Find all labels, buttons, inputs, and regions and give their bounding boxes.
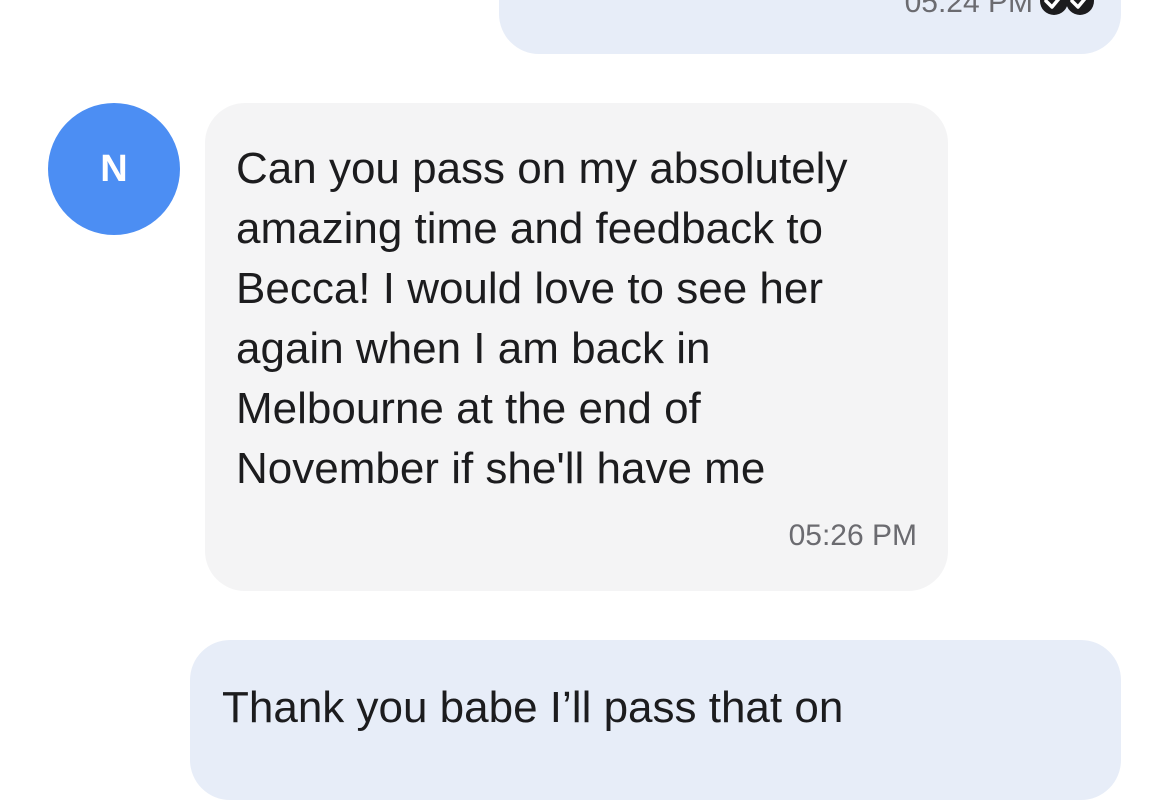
incoming-message-bubble[interactable]: Can you pass on my absolutely amazing ti… (205, 103, 948, 591)
avatar[interactable]: N (48, 103, 180, 235)
double-check-read-icon (1040, 0, 1094, 15)
message-text: Can you pass on my absolutely amazing ti… (236, 144, 848, 493)
avatar-initial: N (100, 147, 128, 190)
message-text: Thank you babe I’ll pass that on (222, 683, 844, 732)
outgoing-message-bubble[interactable]: Thank you babe I’ll pass that on (190, 640, 1121, 800)
outgoing-message-bubble[interactable]: 05:24 PM (499, 0, 1121, 54)
message-timestamp: 05:24 PM (904, 0, 1033, 19)
message-timestamp: 05:26 PM (788, 519, 917, 552)
